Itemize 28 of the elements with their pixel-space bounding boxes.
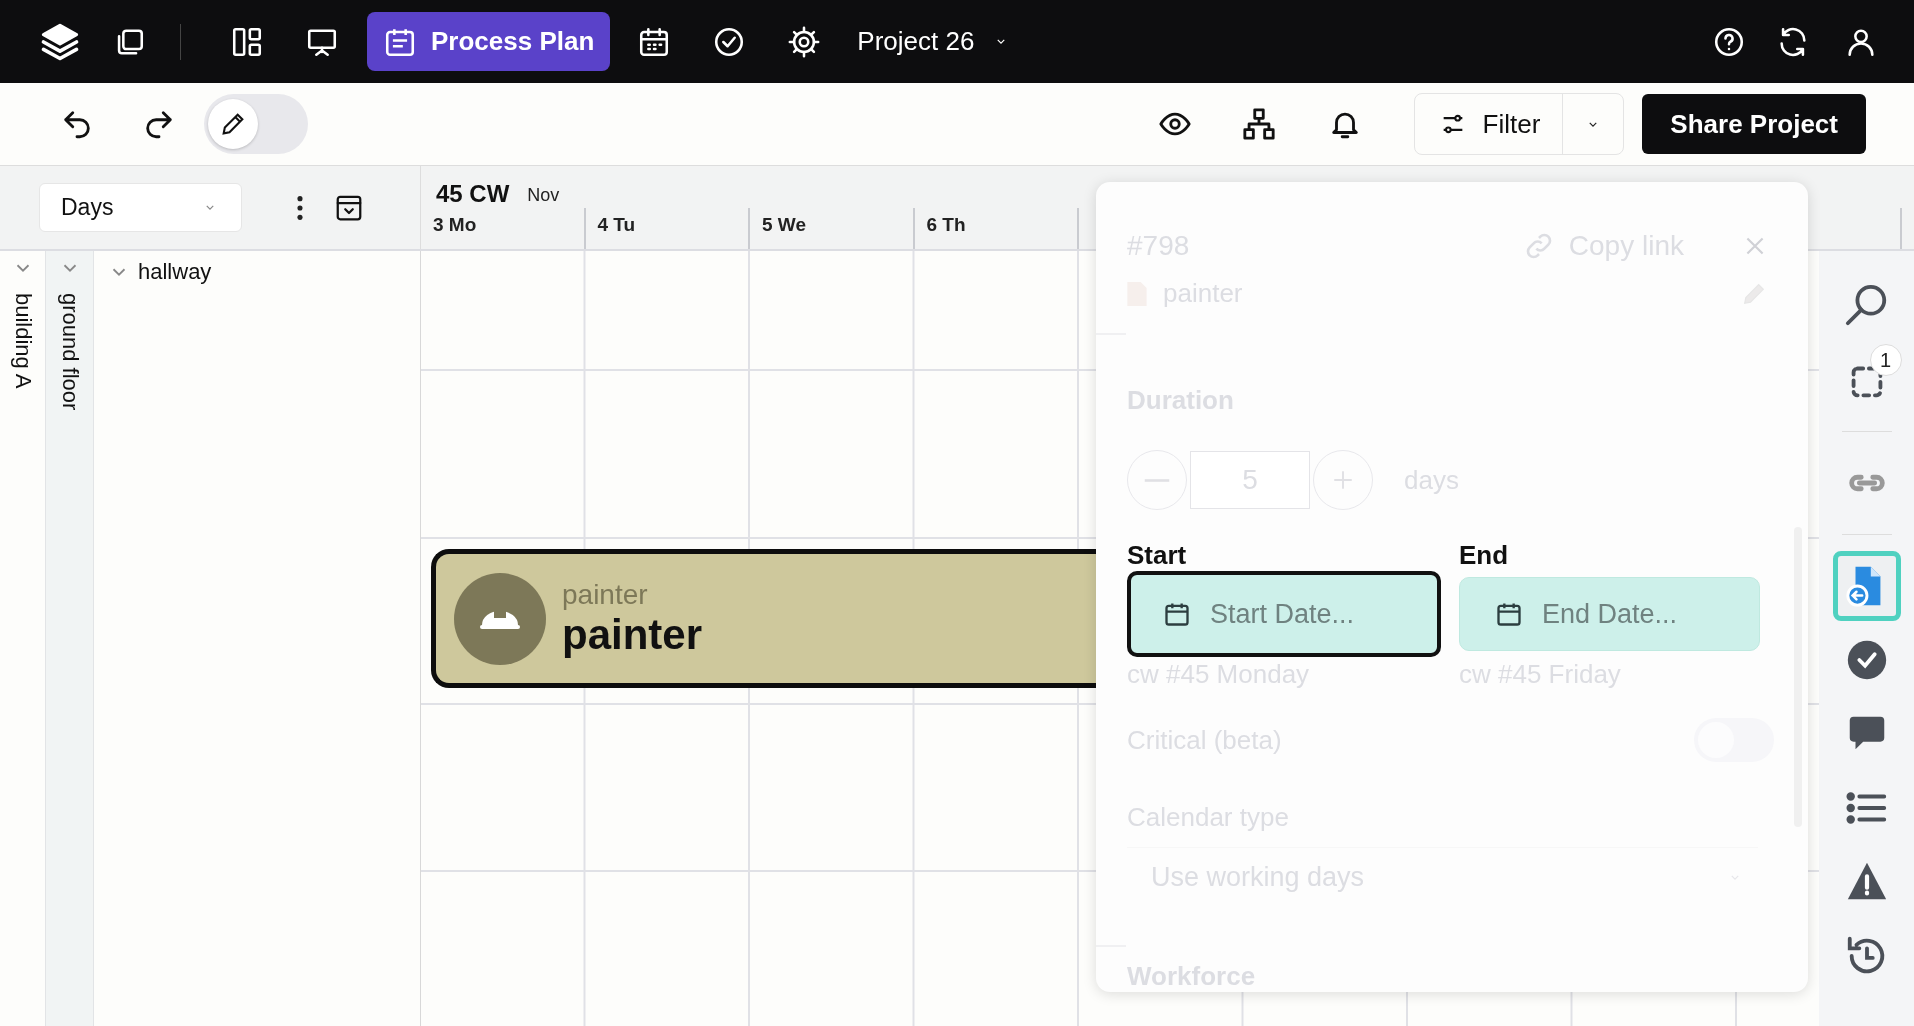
month-label: Nov: [527, 185, 560, 206]
day-label: 5 We: [762, 214, 806, 235]
tree-item[interactable]: hallway: [138, 259, 212, 285]
document-button[interactable]: [1832, 551, 1901, 621]
hard-hat-icon: [454, 572, 546, 665]
share-project-button[interactable]: Share Project: [1642, 94, 1866, 154]
day-label: 4 Tu: [597, 214, 636, 235]
gear-icon: [787, 24, 822, 59]
hierarchy-icon[interactable]: [1241, 107, 1276, 141]
tree-item[interactable]: ground floor: [56, 293, 83, 411]
project-select[interactable]: Project 26: [857, 26, 1013, 57]
task-title: painter: [562, 610, 703, 659]
minus-icon: [1142, 476, 1172, 484]
view-select[interactable]: Days: [39, 183, 242, 232]
pencil-icon: [219, 110, 247, 138]
task-bar[interactable]: painter painter: [431, 549, 1096, 688]
date-label: Start: [1127, 540, 1188, 571]
day-label: 3 Mo: [433, 214, 477, 235]
week-label: 45 CW: [436, 180, 510, 208]
day-label: 6 Th: [926, 214, 966, 235]
date-field[interactable]: Start Date...: [1127, 571, 1441, 657]
more-icon[interactable]: [296, 193, 304, 222]
tree-item[interactable]: building A: [9, 293, 36, 389]
process-plan-tab[interactable]: Process Plan: [367, 12, 611, 71]
count-badge: 1: [1869, 344, 1902, 376]
selection-button[interactable]: 1: [1832, 345, 1901, 415]
date-label: End: [1459, 540, 1510, 571]
task-trade: painter: [562, 578, 649, 611]
